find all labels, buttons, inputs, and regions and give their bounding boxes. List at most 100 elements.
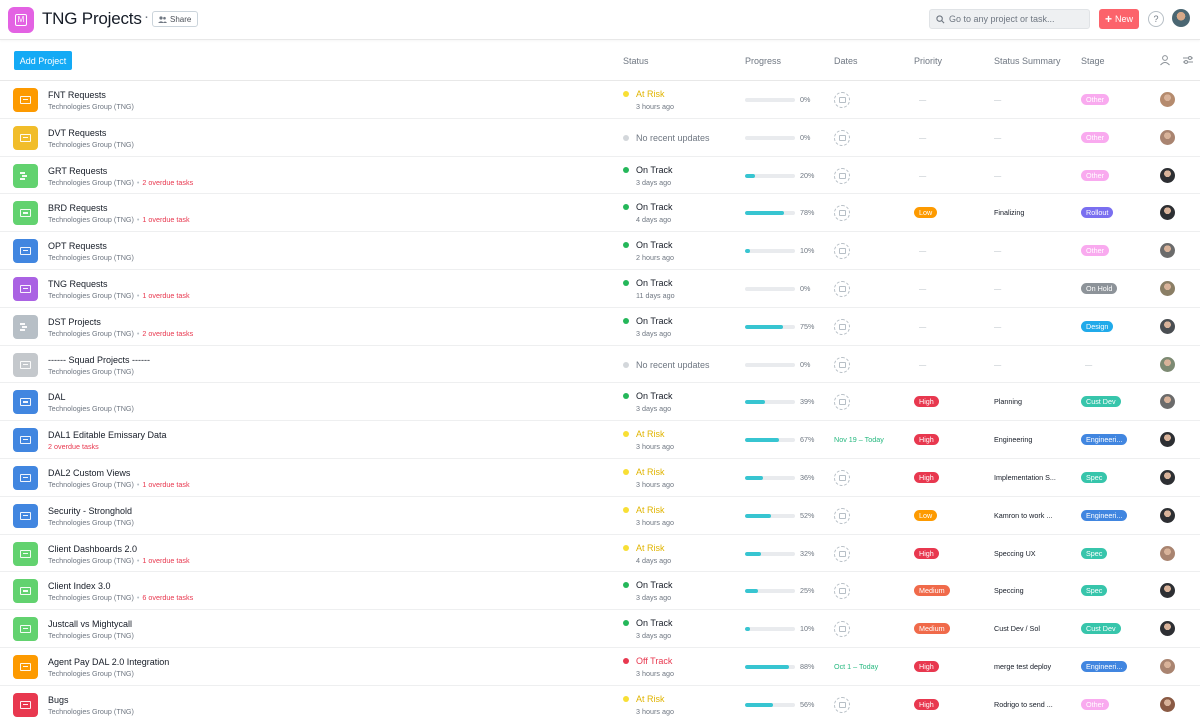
table-row[interactable]: FNT Requests Technologies Group (TNG) At R…: [0, 81, 1200, 119]
project-name[interactable]: Justcall vs Mightycall: [48, 619, 132, 629]
column-progress[interactable]: Progress: [745, 56, 781, 66]
add-project-button[interactable]: Add Project: [14, 51, 72, 70]
table-row[interactable]: DAL Technologies Group (TNG) On Track 3 day…: [0, 383, 1200, 422]
stage-badge[interactable]: Spec: [1081, 547, 1108, 559]
priority-empty[interactable]: —: [919, 133, 926, 142]
owner-avatar[interactable]: [1160, 621, 1175, 637]
stage-badge[interactable]: Cust Dev: [1081, 396, 1121, 408]
project-color-icon[interactable]: [13, 201, 38, 226]
project-name[interactable]: ------ Squad Projects ------: [48, 355, 150, 365]
project-color-icon[interactable]: [13, 163, 38, 188]
project-name[interactable]: DAL1 Editable Emissary Data: [48, 430, 167, 440]
table-row[interactable]: GRT Requests Technologies Group (TNG) • 2 o…: [0, 157, 1200, 195]
project-color-icon[interactable]: [13, 541, 38, 566]
owner-avatar[interactable]: [1160, 469, 1175, 485]
stage-badge[interactable]: Design: [1081, 320, 1114, 332]
table-row[interactable]: DVT Requests Technologies Group (TNG) No r…: [0, 119, 1200, 157]
status-label[interactable]: On Track: [636, 618, 673, 628]
status-summary[interactable]: Planning: [994, 397, 1022, 406]
share-button[interactable]: Share: [152, 11, 199, 27]
project-name[interactable]: DVT Requests: [48, 128, 106, 138]
team-name[interactable]: Technologies Group (TNG): [48, 140, 134, 149]
priority-badge[interactable]: Medium: [914, 585, 950, 597]
table-row[interactable]: Justcall vs Mightycall Technologies Group…: [0, 610, 1200, 648]
status-summary[interactable]: Engineering: [994, 435, 1032, 444]
priority-badge[interactable]: Low: [914, 207, 938, 219]
project-name[interactable]: BRD Requests: [48, 203, 108, 213]
project-color-icon[interactable]: [13, 88, 38, 112]
team-name[interactable]: Technologies Group (TNG): [48, 707, 134, 716]
help-icon[interactable]: ?: [1148, 11, 1164, 27]
owner-avatar[interactable]: [1160, 658, 1175, 674]
team-name[interactable]: Technologies Group (TNG): [48, 480, 134, 489]
project-name[interactable]: Agent Pay DAL 2.0 Integration: [48, 657, 169, 667]
overdue-count[interactable]: 2 overdue tasks: [48, 442, 99, 451]
overdue-count[interactable]: 6 overdue tasks: [142, 593, 193, 602]
project-color-icon[interactable]: [13, 352, 38, 377]
project-name[interactable]: Bugs: [48, 695, 69, 705]
priority-badge[interactable]: High: [914, 396, 939, 408]
project-name[interactable]: OPT Requests: [48, 241, 107, 251]
calendar-icon[interactable]: [834, 621, 850, 638]
project-name[interactable]: Client Index 3.0: [48, 581, 111, 591]
stage-empty[interactable]: —: [1085, 360, 1092, 369]
project-color-icon[interactable]: [13, 617, 38, 642]
project-name[interactable]: TNG Requests: [48, 279, 108, 289]
table-row[interactable]: Client Index 3.0 Technologies Group (TNG)…: [0, 572, 1200, 611]
calendar-icon[interactable]: [834, 356, 850, 373]
priority-empty[interactable]: —: [919, 284, 926, 293]
priority-badge[interactable]: High: [914, 698, 939, 710]
project-color-icon[interactable]: [13, 503, 38, 528]
project-color-icon[interactable]: [13, 692, 38, 717]
stage-badge[interactable]: Other: [1081, 698, 1109, 710]
status-summary-empty[interactable]: —: [994, 95, 1001, 104]
table-row[interactable]: TNG Requests Technologies Group (TNG) • 1 o…: [0, 270, 1200, 308]
team-name[interactable]: Technologies Group (TNG): [48, 367, 134, 376]
owner-avatar[interactable]: [1160, 507, 1175, 523]
column-status-summary[interactable]: Status Summary: [994, 56, 1061, 66]
project-name[interactable]: DAL2 Custom Views: [48, 468, 130, 478]
owner-avatar[interactable]: [1160, 129, 1175, 145]
priority-badge[interactable]: High: [914, 434, 939, 446]
stage-badge[interactable]: Other: [1081, 245, 1109, 257]
table-row[interactable]: Agent Pay DAL 2.0 Integration Technologie…: [0, 648, 1200, 686]
project-name[interactable]: Security - Stronghold: [48, 506, 132, 516]
project-name[interactable]: FNT Requests: [48, 90, 106, 100]
team-name[interactable]: Technologies Group (TNG): [48, 291, 134, 300]
table-row[interactable]: Client Dashboards 2.0 Technologies Group …: [0, 535, 1200, 573]
team-name[interactable]: Technologies Group (TNG): [48, 556, 134, 565]
table-row[interactable]: DST Projects Technologies Group (TNG) • 2 o…: [0, 308, 1200, 346]
owner-avatar[interactable]: [1160, 696, 1175, 712]
team-name[interactable]: Technologies Group (TNG): [48, 631, 134, 640]
project-name[interactable]: GRT Requests: [48, 166, 107, 176]
overdue-count[interactable]: 1 overdue task: [142, 291, 189, 300]
status-label[interactable]: At Risk: [636, 505, 665, 515]
overdue-count[interactable]: 2 overdue tasks: [142, 329, 193, 338]
project-name[interactable]: DAL: [48, 392, 66, 402]
priority-badge[interactable]: High: [914, 471, 939, 483]
status-summary[interactable]: Finalizing: [994, 208, 1024, 217]
status-label[interactable]: At Risk: [636, 467, 665, 477]
team-name[interactable]: Technologies Group (TNG): [48, 593, 134, 602]
status-summary[interactable]: Kamron to work ...: [994, 511, 1052, 520]
project-color-icon[interactable]: [13, 239, 38, 264]
calendar-icon[interactable]: [834, 583, 850, 600]
status-summary[interactable]: merge test deploy: [994, 662, 1051, 671]
user-avatar[interactable]: [1172, 9, 1190, 27]
team-name[interactable]: Technologies Group (TNG): [48, 102, 134, 111]
owner-avatar[interactable]: [1160, 243, 1175, 259]
status-summary[interactable]: Speccing: [994, 586, 1024, 595]
calendar-icon[interactable]: [834, 394, 850, 411]
status-summary[interactable]: Cust Dev / Sol: [994, 624, 1040, 633]
calendar-icon[interactable]: [834, 167, 850, 184]
column-dates[interactable]: Dates: [834, 56, 858, 66]
table-row[interactable]: Security - Stronghold Technologies Group …: [0, 497, 1200, 535]
stage-badge[interactable]: On Hold: [1081, 282, 1118, 294]
owner-avatar[interactable]: [1160, 205, 1175, 221]
calendar-icon[interactable]: [834, 507, 850, 524]
status-summary[interactable]: Implementation S...: [994, 473, 1056, 482]
project-icon[interactable]: M: [8, 7, 34, 33]
status-label[interactable]: Off Track: [636, 656, 672, 666]
project-color-icon[interactable]: [13, 428, 38, 453]
priority-empty[interactable]: —: [919, 360, 926, 369]
